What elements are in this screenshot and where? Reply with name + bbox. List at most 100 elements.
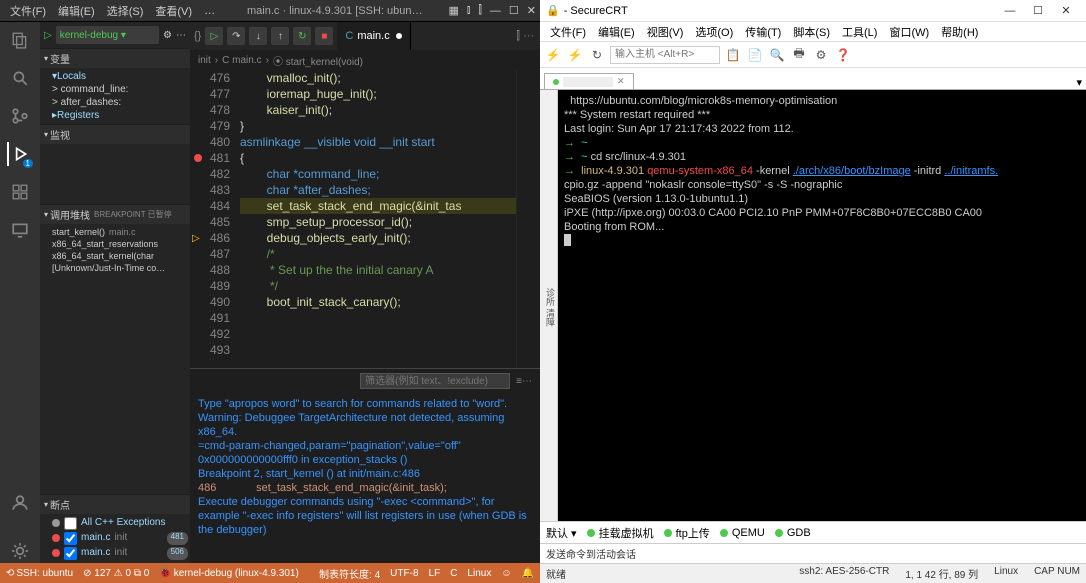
paste-icon[interactable]: 📄 — [746, 46, 764, 64]
help-icon[interactable]: ❓ — [834, 46, 852, 64]
braces-icon[interactable]: {} — [194, 30, 201, 42]
lang-status[interactable]: C — [450, 568, 457, 579]
crt-menu-script[interactable]: 脚本(S) — [787, 24, 836, 40]
crt-send-bar[interactable]: 发送命令到活动会话 — [540, 543, 1086, 563]
crt-sidebar[interactable]: 诊所 清障 — [540, 90, 558, 521]
menu-more[interactable]: … — [198, 5, 221, 17]
breakpoints-header[interactable]: ▾断点 — [40, 495, 190, 514]
options-icon[interactable]: ⚙ — [812, 46, 830, 64]
debug-console-panel: ≡ ⋯ Type "apropos word" to search for co… — [190, 368, 540, 563]
crt-menu-edit[interactable]: 编辑(E) — [592, 24, 641, 40]
breakpoint-row[interactable]: main.c init481 — [50, 531, 190, 546]
source-control-icon[interactable] — [8, 104, 32, 128]
reconnect-icon[interactable]: ↻ — [588, 46, 606, 64]
find-icon[interactable]: 🔍 — [768, 46, 786, 64]
close-button[interactable]: ✕ — [1052, 1, 1080, 21]
bt-ftp[interactable]: ftp上传 — [664, 525, 710, 541]
restart-button[interactable]: ↻ — [293, 27, 311, 45]
crt-menu-transfer[interactable]: 传输(T) — [739, 24, 787, 40]
os-status[interactable]: Linux — [467, 568, 491, 579]
debug-start-button[interactable]: ▷ — [44, 30, 52, 41]
crt-session-tab[interactable]: ✕ — [544, 73, 634, 89]
tab-close-icon[interactable]: ✕ — [617, 76, 625, 87]
print-icon[interactable]: 🖶 — [790, 46, 808, 64]
stop-button[interactable]: ■ — [315, 27, 333, 45]
breakpoint-row[interactable]: main.c init506 — [50, 546, 190, 561]
problems-status[interactable]: ⊘ 127 ⚠ 0 ⧉ 0 — [83, 568, 149, 579]
filter-input[interactable] — [360, 373, 510, 389]
tabsize-status[interactable]: 制表符长度: 4 — [319, 566, 380, 581]
watch-header[interactable]: ▾监视 — [40, 125, 190, 144]
menu-edit[interactable]: 编辑(E) — [52, 3, 101, 19]
console-more-icon[interactable]: ⋯ — [522, 376, 532, 387]
debug-status[interactable]: 🐞 kernel-debug (linux-4.9.301) — [159, 568, 299, 579]
search-icon[interactable] — [8, 66, 32, 90]
encoding-status[interactable]: UTF-8 — [390, 568, 418, 579]
crt-menu-tools[interactable]: 工具(L) — [836, 24, 883, 40]
crt-menu-help[interactable]: 帮助(H) — [935, 24, 984, 40]
quick-connect-icon[interactable]: ⚡ — [566, 46, 584, 64]
host-input[interactable] — [610, 46, 720, 64]
layout-icon[interactable]: ▦ — [448, 4, 458, 17]
locals-header[interactable]: ▾ Locals — [50, 70, 190, 83]
bell-icon[interactable]: 🔔 — [522, 568, 534, 579]
step-into-button[interactable]: ↓ — [249, 27, 267, 45]
crt-terminal[interactable]: https://ubuntu.com/blog/microk8s-memory-… — [558, 90, 1086, 521]
breadcrumb[interactable]: init › C main.c › ⦿ start_kernel(void) — [190, 50, 540, 70]
variable-row[interactable]: > after_dashes: — [50, 96, 190, 109]
crt-menu-window[interactable]: 窗口(W) — [883, 24, 935, 40]
editor-tab-main[interactable]: C main.c — [337, 22, 410, 50]
maximize-icon[interactable]: ☐ — [509, 4, 519, 17]
debug-settings-icon[interactable]: ⚙ — [163, 30, 172, 41]
debug-config-select[interactable]: kernel-debug ▾ — [56, 26, 159, 44]
crt-menu-view[interactable]: 视图(V) — [641, 24, 690, 40]
extensions-icon[interactable] — [8, 180, 32, 204]
connect-icon[interactable]: ⚡ — [544, 46, 562, 64]
minimap[interactable] — [516, 70, 540, 368]
stack-frame[interactable]: x86_64_start_kernel(char — [50, 250, 190, 262]
registers-header[interactable]: ▸ Registers — [50, 109, 190, 122]
debug-more-icon[interactable]: ⋯ — [176, 30, 186, 41]
eol-status[interactable]: LF — [429, 568, 441, 579]
debug-console[interactable]: Type "apropos word" to search for comman… — [190, 393, 540, 563]
bt-qemu[interactable]: QEMU — [720, 527, 765, 539]
minimize-button[interactable]: — — [996, 1, 1024, 21]
debug-icon[interactable]: 1 — [7, 142, 31, 166]
callstack-header[interactable]: ▾调用堆栈BREAKPOINT 已暂停 — [40, 205, 190, 224]
remote-icon[interactable] — [8, 218, 32, 242]
remote-status[interactable]: ⟲ SSH: ubuntu — [6, 568, 73, 579]
split-editor-icon[interactable]: ⫿ — [516, 30, 520, 42]
gear-icon[interactable] — [8, 539, 32, 563]
variables-header[interactable]: ▾变量 — [40, 49, 190, 68]
stack-frame[interactable]: x86_64_start_reservations — [50, 238, 190, 250]
crt-menubar: 文件(F) 编辑(E) 视图(V) 选项(O) 传输(T) 脚本(S) 工具(L… — [540, 22, 1086, 42]
maximize-button[interactable]: ☐ — [1024, 1, 1052, 21]
menu-select[interactable]: 选择(S) — [101, 3, 150, 19]
menu-file[interactable]: 文件(F) — [4, 3, 52, 19]
explorer-icon[interactable] — [8, 28, 32, 52]
step-over-button[interactable]: ↷ — [227, 27, 245, 45]
split-icon[interactable]: ⫾ — [467, 4, 471, 17]
bt-gdb[interactable]: GDB — [775, 527, 811, 539]
feedback-icon[interactable]: ☺ — [501, 568, 511, 579]
minimize-icon[interactable]: — — [490, 5, 501, 17]
panel-icon[interactable]: ⫿ — [478, 4, 482, 17]
editor-more-icon[interactable]: ⋯ — [523, 30, 534, 42]
menu-view[interactable]: 查看(V) — [149, 3, 198, 19]
breakpoint-row[interactable]: All C++ Exceptions — [50, 516, 190, 531]
step-out-button[interactable]: ↑ — [271, 27, 289, 45]
tabs-dropdown-icon[interactable]: ▾ — [1076, 76, 1082, 89]
bt-mount[interactable]: 挂载虚拟机 — [587, 525, 654, 541]
continue-button[interactable]: ▷ — [205, 27, 223, 45]
code-editor[interactable]: 476477478479480481482483484485486▷487488… — [190, 70, 540, 368]
account-icon[interactable] — [8, 491, 32, 515]
stack-frame[interactable]: [Unknown/Just-In-Time co… — [50, 262, 190, 274]
bt-default[interactable]: 默认 ▾ — [546, 525, 577, 541]
window-title: main.c · linux-4.9.301 [SSH: ubun… — [221, 5, 448, 17]
variable-row[interactable]: > command_line: — [50, 83, 190, 96]
copy-icon[interactable]: 📋 — [724, 46, 742, 64]
crt-menu-file[interactable]: 文件(F) — [544, 24, 592, 40]
stack-frame[interactable]: start_kernel()main.c — [50, 226, 190, 238]
crt-menu-options[interactable]: 选项(O) — [689, 24, 739, 40]
close-icon[interactable]: ✕ — [527, 4, 536, 17]
